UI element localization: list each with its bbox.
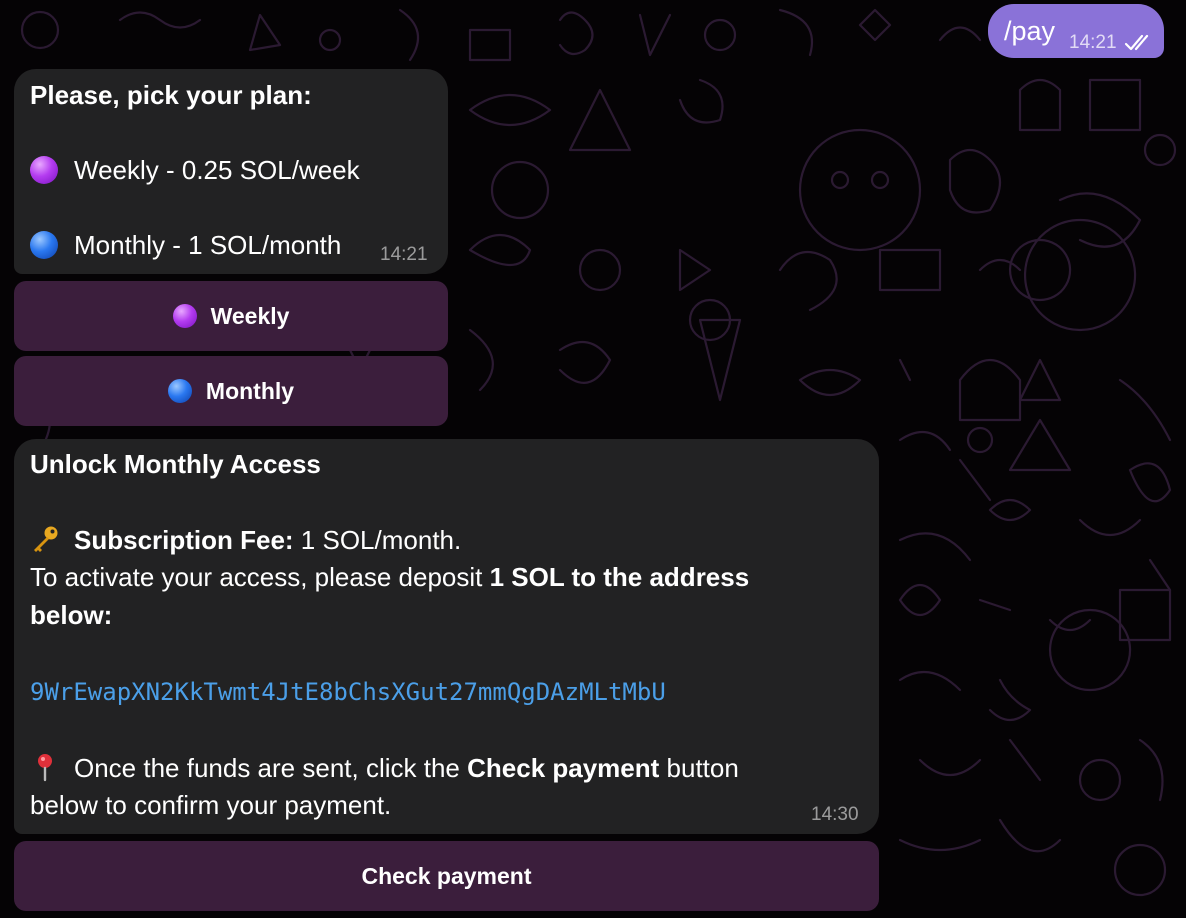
check-payment-button[interactable]: Check payment: [14, 841, 879, 911]
plan-option-monthly-label: Monthly - 1 SOL/month: [74, 230, 342, 260]
instruction-text-bold: Check payment: [467, 753, 660, 783]
access-message-time: 14:30: [811, 804, 859, 825]
plan-message[interactable]: Please, pick your plan: Weekly - 0.25 SO…: [14, 69, 448, 274]
plan-option-weekly: Weekly - 0.25 SOL/week: [30, 155, 360, 185]
instruction-line: Once the funds are sent, click the Check…: [30, 752, 739, 783]
blue-circle-icon: [167, 379, 192, 403]
deposit-text: To activate your access, please deposit: [30, 562, 490, 592]
access-message[interactable]: Unlock Monthly Access Subscription Fee: …: [14, 439, 879, 834]
monthly-plan-button-label: Monthly: [205, 377, 295, 404]
purple-circle-icon: [30, 156, 58, 184]
key-icon: [34, 526, 58, 552]
monthly-plan-button[interactable]: Monthly: [14, 356, 448, 426]
weekly-plan-button-label: Weekly: [210, 302, 290, 329]
wallet-address[interactable]: 9WrEwapXN2KkTwmt4JtE8bChsXGut27mmQgDAzML…: [30, 677, 666, 707]
double-check-icon: [1124, 34, 1149, 51]
deposit-line: To activate your access, please deposit …: [30, 562, 749, 592]
subscription-fee-label: Subscription Fee:: [74, 525, 294, 555]
subscription-fee-line: Subscription Fee: 1 SOL/month.: [30, 524, 461, 555]
deposit-line-2: below:: [30, 600, 113, 630]
weekly-plan-button[interactable]: Weekly: [14, 281, 448, 351]
deposit-amount: 1 SOL to the address: [489, 562, 750, 592]
plan-message-time: 14:21: [380, 244, 428, 265]
instruction-text-post: button: [659, 753, 739, 783]
check-payment-button-label: Check payment: [361, 862, 532, 889]
outgoing-message[interactable]: /pay 14:21: [988, 4, 1164, 58]
access-message-title: Unlock Monthly Access: [30, 449, 321, 479]
instruction-text-pre: Once the funds are sent, click the: [74, 753, 468, 783]
plan-message-title: Please, pick your plan:: [30, 80, 312, 110]
instruction-line-2: below to confirm your payment.: [30, 790, 392, 820]
plan-option-monthly: Monthly - 1 SOL/month: [30, 230, 341, 260]
subscription-fee-value: 1 SOL/month.: [293, 525, 462, 555]
chat-window: /pay 14:21 Please, pick your plan: Weekl…: [0, 0, 1186, 918]
pushpin-icon: [38, 754, 52, 782]
outgoing-message-text: /pay: [1004, 16, 1056, 46]
plan-option-weekly-label: Weekly - 0.25 SOL/week: [74, 155, 360, 185]
purple-circle-icon: [172, 304, 197, 328]
outgoing-message-time: 14:21: [1069, 32, 1117, 53]
blue-circle-icon: [30, 231, 58, 259]
